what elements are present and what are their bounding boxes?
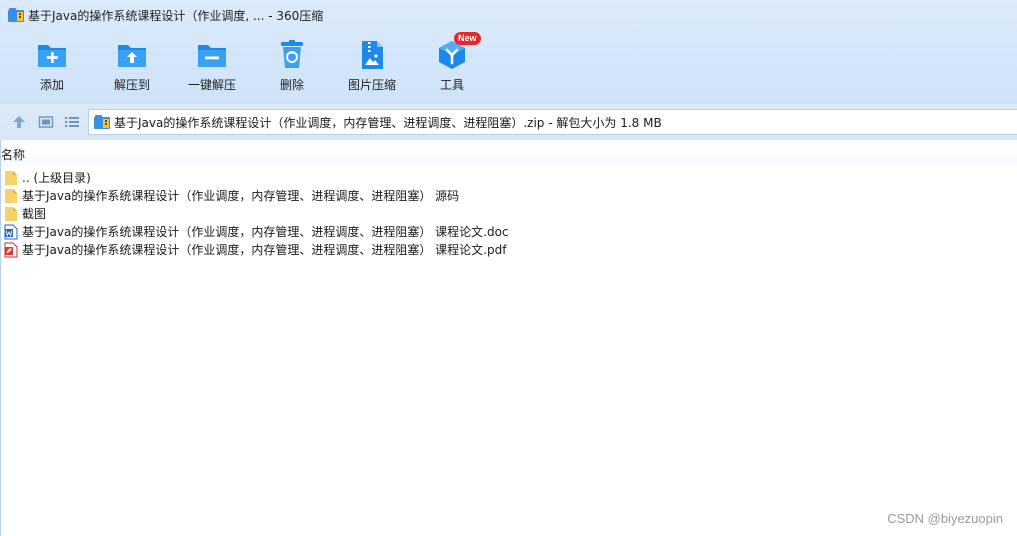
delete-label: 删除 bbox=[279, 78, 304, 92]
add-folder-icon bbox=[38, 45, 66, 67]
header-area: 基于Java的操作系统课程设计（作业调度, ... - 360压缩 添加 解压到… bbox=[0, 0, 1017, 104]
watermark: CSDN @biyezuopin bbox=[887, 511, 1003, 526]
new-badge: New bbox=[454, 32, 481, 45]
word-document-icon bbox=[4, 224, 18, 240]
extract-to-button[interactable]: 解压到 bbox=[92, 36, 172, 98]
folder-icon bbox=[5, 171, 17, 185]
file-name: 基于Java的操作系统课程设计（作业调度，内存管理、进程调度、进程阻塞） 课程论… bbox=[22, 225, 509, 239]
add-button[interactable]: 添加 bbox=[12, 36, 92, 98]
file-name: 基于Java的操作系统课程设计（作业调度，内存管理、进程调度、进程阻塞） 课程论… bbox=[22, 243, 507, 257]
delete-button[interactable]: 删除 bbox=[252, 36, 332, 98]
one-click-extract-button[interactable]: 一键解压 bbox=[172, 36, 252, 98]
address-bar[interactable]: 基于Java的操作系统课程设计（作业调度，内存管理、进程调度、进程阻塞）.zip… bbox=[88, 109, 1017, 135]
one-click-extract-icon bbox=[198, 45, 226, 67]
column-header: 名称 bbox=[1, 140, 1017, 166]
file-name: 基于Java的操作系统课程设计（作业调度，内存管理、进程调度、进程阻塞） 源码 bbox=[22, 189, 460, 203]
tools-label: 工具 bbox=[439, 78, 464, 92]
folder-icon bbox=[5, 189, 17, 203]
add-label: 添加 bbox=[39, 78, 64, 92]
list-view-icon[interactable] bbox=[64, 114, 80, 130]
extract-to-label: 解压到 bbox=[113, 78, 150, 92]
thumbnail-view-icon[interactable] bbox=[38, 114, 54, 130]
one-click-extract-label: 一键解压 bbox=[187, 78, 236, 92]
up-arrow-icon[interactable] bbox=[11, 114, 27, 130]
column-name-header[interactable]: 名称 bbox=[1, 147, 25, 163]
list-item-parent-dir[interactable]: .. (上级目录) bbox=[4, 169, 704, 187]
image-compress-icon bbox=[362, 41, 383, 69]
image-compress-label: 图片压缩 bbox=[347, 78, 396, 92]
archive-icon bbox=[94, 115, 110, 129]
folder-icon bbox=[5, 207, 17, 221]
file-name: 截图 bbox=[22, 207, 47, 221]
navigation-bar: 基于Java的操作系统课程设计（作业调度，内存管理、进程调度、进程阻塞）.zip… bbox=[0, 104, 1017, 140]
pdf-document-icon bbox=[4, 242, 18, 258]
title-bar: 基于Java的操作系统课程设计（作业调度, ... - 360压缩 bbox=[0, 0, 1017, 30]
extract-to-icon bbox=[118, 45, 146, 67]
list-item-source-folder[interactable]: 基于Java的操作系统课程设计（作业调度，内存管理、进程调度、进程阻塞） 源码 bbox=[4, 187, 704, 205]
list-item-pdf-file[interactable]: 基于Java的操作系统课程设计（作业调度，内存管理、进程调度、进程阻塞） 课程论… bbox=[4, 241, 704, 259]
list-item-screenshots-folder[interactable]: 截图 bbox=[4, 205, 704, 223]
file-list: 名称 .. (上级目录) 基于Java的操作系统课程设计（作业调度，内存管理、进… bbox=[0, 140, 1017, 536]
file-name: .. (上级目录) bbox=[22, 171, 91, 185]
list-item-doc-file[interactable]: 基于Java的操作系统课程设计（作业调度，内存管理、进程调度、进程阻塞） 课程论… bbox=[4, 223, 704, 241]
app-window: 基于Java的操作系统课程设计（作业调度, ... - 360压缩 添加 解压到… bbox=[0, 0, 1017, 536]
tools-button[interactable]: New 工具 bbox=[412, 32, 492, 98]
window-title: 基于Java的操作系统课程设计（作业调度, ... - 360压缩 bbox=[28, 9, 324, 23]
address-path: 基于Java的操作系统课程设计（作业调度，内存管理、进程调度、进程阻塞）.zip… bbox=[114, 116, 662, 130]
archive-icon bbox=[8, 8, 24, 22]
image-compress-button[interactable]: 图片压缩 bbox=[332, 36, 412, 98]
delete-bin-icon bbox=[281, 40, 303, 68]
